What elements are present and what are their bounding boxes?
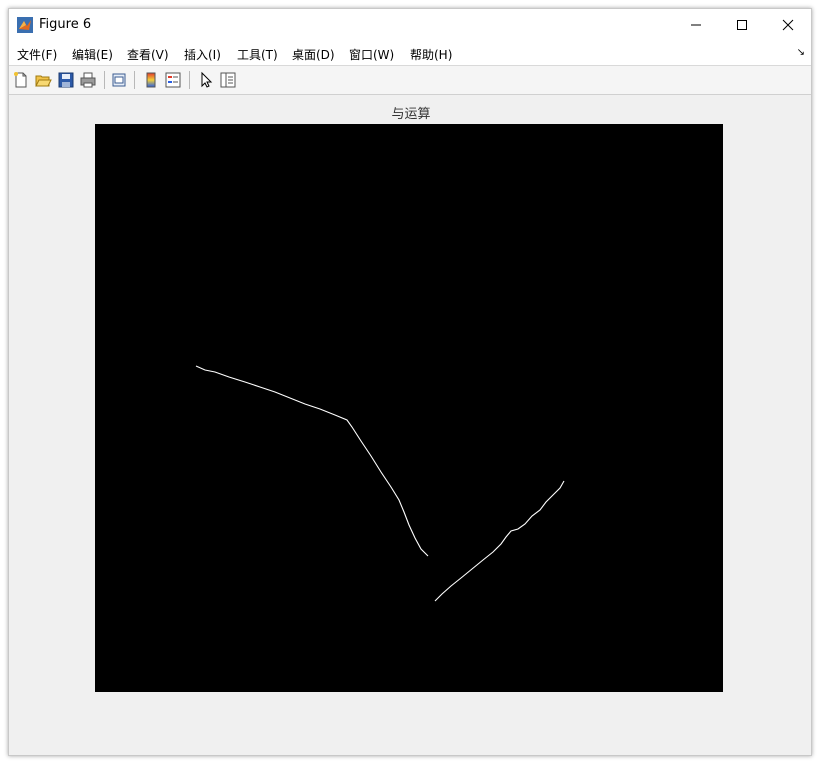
colorbar-icon[interactable]: [142, 71, 160, 89]
minimize-button[interactable]: [673, 9, 719, 41]
open-icon[interactable]: [34, 71, 52, 89]
menu-edit[interactable]: 编辑(E): [72, 46, 113, 63]
dock-arrow-icon[interactable]: ↘: [797, 47, 805, 58]
title-bar: Figure 6: [9, 9, 811, 41]
property-inspector-icon[interactable]: [219, 71, 237, 89]
toolbar-separator: [189, 71, 190, 89]
select-pointer-icon[interactable]: [197, 71, 215, 89]
image-axes[interactable]: [95, 124, 723, 692]
menu-desktop[interactable]: 桌面(D): [292, 46, 335, 63]
matlab-logo-icon: [17, 17, 33, 33]
menu-window[interactable]: 窗口(W): [349, 46, 394, 63]
new-figure-icon[interactable]: [12, 71, 30, 89]
menu-bar: 文件(F) 编辑(E) 查看(V) 插入(I) 工具(T) 桌面(D) 窗口(W…: [9, 41, 811, 66]
menu-file[interactable]: 文件(F): [17, 46, 57, 63]
menu-help[interactable]: 帮助(H): [410, 46, 452, 63]
axes-title: 与运算: [391, 107, 431, 122]
close-button[interactable]: [765, 9, 811, 41]
toolbar-separator: [134, 71, 135, 89]
close-icon: [782, 19, 794, 31]
binary-image: [95, 124, 723, 692]
figure-toolbar: [9, 66, 811, 95]
figure-window: Figure 6 文件(F) 编辑(E) 查看(V) 插入(I) 工具(T) 桌…: [8, 8, 812, 756]
minimize-icon: [691, 24, 701, 26]
menu-tools[interactable]: 工具(T): [237, 46, 278, 63]
link-plot-icon[interactable]: [110, 71, 128, 89]
legend-icon[interactable]: [164, 71, 182, 89]
maximize-button[interactable]: [719, 9, 765, 41]
menu-view[interactable]: 查看(V): [127, 46, 169, 63]
window-title: Figure 6: [39, 17, 92, 32]
maximize-icon: [737, 20, 747, 30]
save-icon[interactable]: [57, 71, 75, 89]
menu-insert[interactable]: 插入(I): [184, 46, 221, 63]
print-icon[interactable]: [79, 71, 97, 89]
toolbar-separator: [104, 71, 105, 89]
